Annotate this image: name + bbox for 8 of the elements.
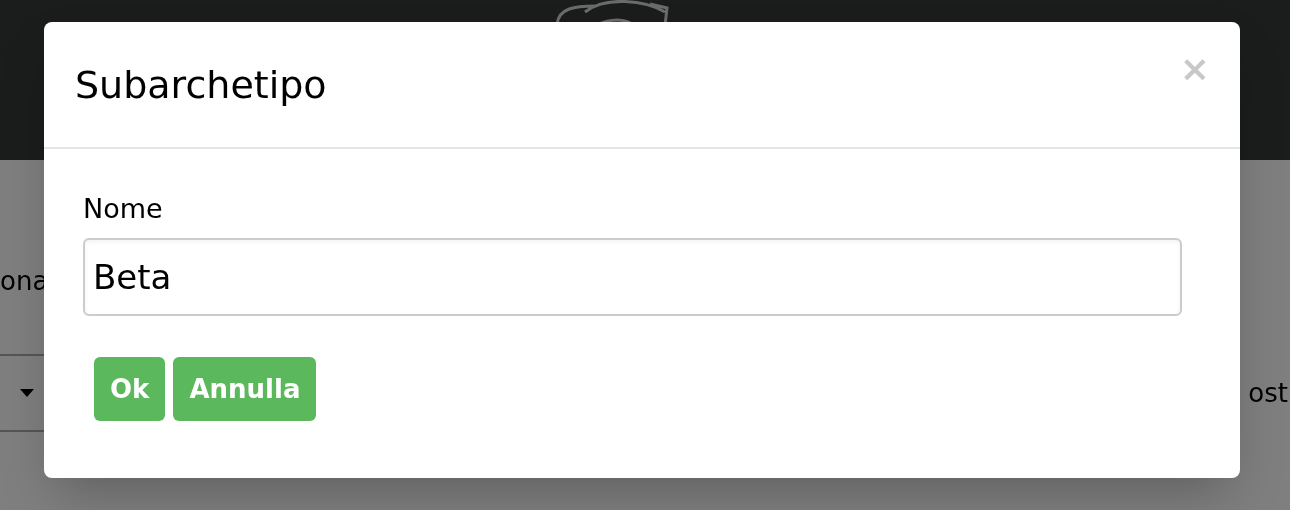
cancel-button[interactable]: Annulla: [173, 357, 317, 421]
name-input[interactable]: Beta: [83, 238, 1182, 316]
field-label: ost: [1248, 380, 1288, 406]
dialog-title: Subarchetipo: [75, 62, 327, 109]
caret-icon: [20, 389, 34, 397]
ok-button[interactable]: Ok: [94, 357, 166, 421]
field-label: Nome: [83, 195, 164, 222]
close-button[interactable]: ×: [1179, 50, 1210, 87]
